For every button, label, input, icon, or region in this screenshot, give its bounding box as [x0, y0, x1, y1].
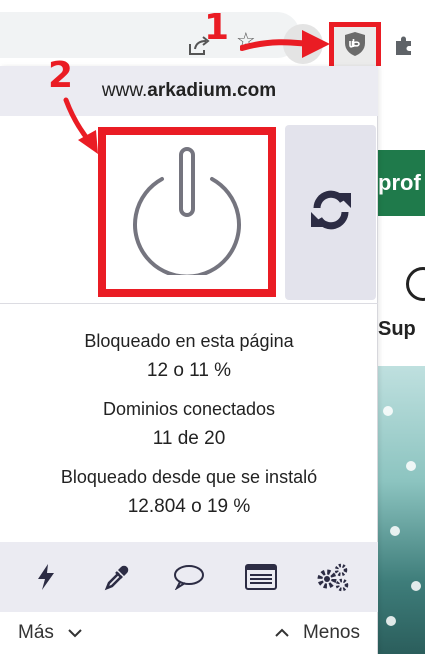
list-window-icon[interactable]: [241, 557, 281, 597]
blocked-since-install-label: Bloqueado desde que se instaló: [60, 467, 318, 487]
web-page-background: prof Sup: [378, 66, 425, 654]
step-marker-1: 1: [204, 7, 230, 48]
domains-connected-value: 11 de 20: [152, 428, 226, 449]
refresh-icon: [309, 190, 353, 235]
promo-banner-text: prof: [378, 170, 421, 195]
less-label: Menos: [302, 622, 360, 643]
chevron-down-icon: [68, 622, 82, 644]
promo-banner[interactable]: prof: [378, 150, 425, 216]
partial-heading: Sup: [378, 318, 416, 340]
ublock-popup: www. arkadium.com Bloqueado en esta pági…: [0, 66, 378, 654]
lightning-icon[interactable]: [26, 557, 66, 597]
ublock-extension-button[interactable]: [329, 22, 381, 71]
power-switch-button[interactable]: [98, 127, 276, 297]
speech-bubble-icon[interactable]: [169, 557, 209, 597]
blocked-on-page-value: 12 o 11 %: [146, 360, 232, 381]
snowy-forest-image: [378, 366, 425, 654]
blocked-since-install-value: 12.804 o 19 %: [127, 496, 251, 517]
eyedropper-icon[interactable]: [97, 557, 137, 597]
step-2-arrow-icon: [63, 97, 98, 154]
hostname-prefix: www.: [101, 80, 148, 101]
hostname-domain: arkadium.com: [147, 80, 277, 101]
puzzle-extensions-icon[interactable]: [392, 33, 416, 62]
less-button[interactable]: Menos: [275, 622, 360, 644]
step-marker-2: 2: [48, 55, 74, 96]
blocked-on-page-label: Bloqueado en esta página: [84, 331, 294, 351]
tools-bar: [0, 542, 378, 612]
ublock-shield-icon: [343, 31, 367, 62]
chevron-up-icon: [275, 622, 289, 644]
circle-badge: [406, 267, 425, 301]
power-area: [0, 116, 378, 304]
refresh-button[interactable]: [285, 125, 376, 300]
more-less-bar: Más Menos: [0, 612, 378, 654]
gears-icon[interactable]: [312, 557, 352, 597]
more-label: Más: [18, 622, 54, 643]
power-icon: [124, 145, 250, 280]
step-1-arrow-icon: [240, 30, 330, 58]
more-button[interactable]: Más: [18, 622, 82, 644]
domains-connected-label: Dominios conectados: [102, 399, 276, 419]
stats-panel: Bloqueado en esta página 12 o 11 % Domin…: [0, 326, 378, 530]
